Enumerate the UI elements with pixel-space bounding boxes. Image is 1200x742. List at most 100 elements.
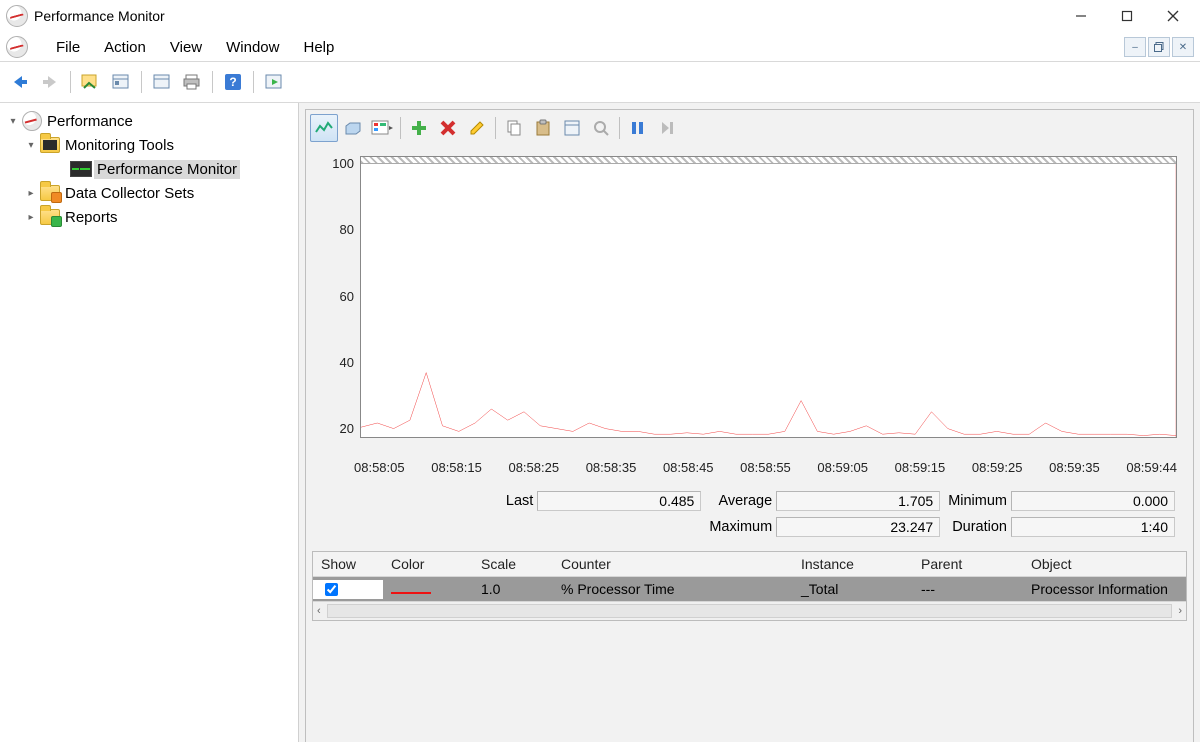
print-button[interactable] <box>178 68 206 96</box>
cell-parent: --- <box>913 581 1023 597</box>
y-tick: 80 <box>322 222 354 237</box>
stat-value-maximum: 23.247 <box>776 517 940 537</box>
col-parent[interactable]: Parent <box>913 556 1023 572</box>
stat-value-duration: 1:40 <box>1011 517 1175 537</box>
chart-series-line <box>361 373 1176 436</box>
cell-instance: _Total <box>793 581 913 597</box>
stat-value-average: 1.705 <box>776 491 940 511</box>
x-tick: 08:59:05 <box>817 460 868 475</box>
nav-forward-button[interactable] <box>36 68 64 96</box>
nav-back-button[interactable] <box>6 68 34 96</box>
tree-label: Performance <box>44 112 136 131</box>
chart-plot[interactable] <box>360 156 1177 438</box>
app-icon <box>6 5 28 27</box>
mdi-restore-button[interactable] <box>1148 37 1170 57</box>
copy-button[interactable] <box>500 114 528 142</box>
folder-icon <box>40 209 60 225</box>
performance-panel: 10080604020 08:58:0508:58:1508:58:2508:5… <box>305 109 1194 742</box>
tree-item-performance[interactable]: ▾ Performance <box>2 109 296 133</box>
tree-item-monitoring-tools[interactable]: ▾ Monitoring Tools <box>20 133 296 157</box>
stat-label-last: Last <box>506 493 533 509</box>
freeze-display-button[interactable] <box>624 114 652 142</box>
tree-item-data-collector-sets[interactable]: ▸ Data Collector Sets <box>20 181 296 205</box>
chevron-right-icon[interactable]: ▸ <box>24 210 38 224</box>
col-object[interactable]: Object <box>1023 556 1186 572</box>
chart-top-hatch <box>361 157 1176 164</box>
scroll-right-icon[interactable]: › <box>1178 605 1182 617</box>
stat-value-minimum: 0.000 <box>1011 491 1175 511</box>
col-scale[interactable]: Scale <box>473 556 553 572</box>
chevron-down-icon[interactable]: ▾ <box>24 138 38 152</box>
paste-button[interactable] <box>529 114 557 142</box>
table-horizontal-scrollbar[interactable]: ‹ › <box>313 601 1186 620</box>
counter-show-checkbox[interactable] <box>325 583 338 596</box>
folder-icon <box>40 185 60 201</box>
view-report-button[interactable] <box>368 114 396 142</box>
zoom-button[interactable] <box>587 114 615 142</box>
properties-chart-button[interactable] <box>558 114 586 142</box>
col-show[interactable]: Show <box>313 556 383 572</box>
x-tick: 08:59:25 <box>972 460 1023 475</box>
window-titlebar: Performance Monitor <box>0 0 1200 33</box>
x-tick: 08:58:25 <box>508 460 559 475</box>
folder-icon <box>40 137 60 153</box>
x-tick: 08:58:55 <box>740 460 791 475</box>
scroll-thumb[interactable] <box>327 604 1173 618</box>
counter-table[interactable]: Show Color Scale Counter Instance Parent… <box>312 551 1187 621</box>
col-counter[interactable]: Counter <box>553 556 793 572</box>
view-line-chart-button[interactable] <box>310 114 338 142</box>
perfmon-icon <box>70 161 92 177</box>
chevron-down-icon[interactable]: ▾ <box>6 114 20 128</box>
chart-x-axis: 08:58:0508:58:1508:58:2508:58:3508:58:45… <box>322 456 1177 475</box>
table-row[interactable]: 1.0 % Processor Time _Total --- Processo… <box>313 577 1186 601</box>
x-tick: 08:59:15 <box>895 460 946 475</box>
window-close-button[interactable] <box>1150 1 1196 31</box>
new-window-button[interactable] <box>148 68 176 96</box>
stat-value-last: 0.485 <box>537 491 701 511</box>
x-tick: 08:58:05 <box>354 460 405 475</box>
navigation-tree[interactable]: ▾ Performance ▾ Monitoring Tools <box>0 103 299 742</box>
show-hide-tree-button[interactable] <box>77 68 105 96</box>
tree-item-reports[interactable]: ▸ Reports <box>20 205 296 229</box>
menu-action[interactable]: Action <box>92 35 158 60</box>
window-title: Performance Monitor <box>34 8 165 24</box>
col-instance[interactable]: Instance <box>793 556 913 572</box>
view-histogram-button[interactable] <box>339 114 367 142</box>
chevron-right-icon[interactable]: ▸ <box>24 186 38 200</box>
performance-icon <box>22 111 42 131</box>
delete-counter-button[interactable] <box>434 114 462 142</box>
counter-color-swatch <box>391 592 431 594</box>
mdi-close-button[interactable]: ✕ <box>1172 37 1194 57</box>
highlight-button[interactable] <box>463 114 491 142</box>
cell-object: Processor Information <box>1023 581 1186 597</box>
scroll-left-icon[interactable]: ‹ <box>317 605 321 617</box>
mdi-minimize-button[interactable]: – <box>1124 37 1146 57</box>
tree-label: Data Collector Sets <box>62 184 197 203</box>
x-tick: 08:59:44 <box>1126 460 1177 475</box>
app-icon <box>6 36 28 58</box>
menu-window[interactable]: Window <box>214 35 291 60</box>
menu-file[interactable]: File <box>44 35 92 60</box>
help-button[interactable]: ? <box>219 68 247 96</box>
tree-item-performance-monitor[interactable]: Performance Monitor <box>50 157 296 181</box>
menu-help[interactable]: Help <box>291 35 346 60</box>
tree-label: Monitoring Tools <box>62 136 177 155</box>
refresh-button[interactable] <box>260 68 288 96</box>
svg-text:?: ? <box>229 75 236 89</box>
chart-y-axis: 10080604020 <box>322 156 360 436</box>
menu-view[interactable]: View <box>158 35 214 60</box>
properties-button[interactable] <box>107 68 135 96</box>
update-data-button[interactable] <box>653 114 681 142</box>
col-color[interactable]: Color <box>383 556 473 572</box>
menu-bar: File Action View Window Help – ✕ <box>0 33 1200 62</box>
x-tick: 08:59:35 <box>1049 460 1100 475</box>
window-minimize-button[interactable] <box>1058 1 1104 31</box>
main-toolbar: ? <box>0 62 1200 103</box>
window-maximize-button[interactable] <box>1104 1 1150 31</box>
stat-label-maximum: Maximum <box>709 519 772 535</box>
y-tick: 20 <box>322 421 354 436</box>
add-counter-button[interactable] <box>405 114 433 142</box>
chart-area: 10080604020 08:58:0508:58:1508:58:2508:5… <box>306 146 1193 479</box>
y-tick: 100 <box>322 156 354 171</box>
tree-label: Performance Monitor <box>94 160 240 179</box>
